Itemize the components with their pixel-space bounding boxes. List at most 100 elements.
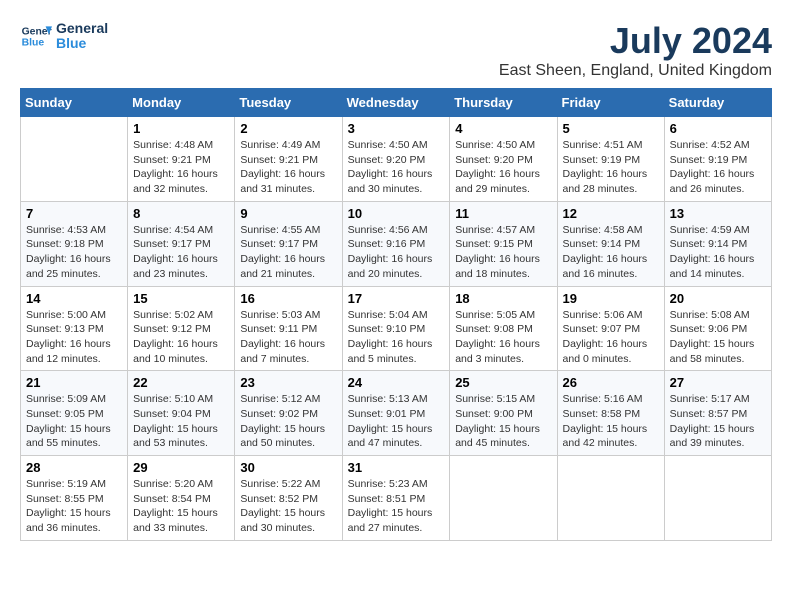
page-header: General Blue General Blue July 2024 East… xyxy=(20,20,772,80)
day-number: 30 xyxy=(240,460,336,475)
day-number: 8 xyxy=(133,206,229,221)
col-header-friday: Friday xyxy=(557,89,664,117)
day-info: Sunrise: 4:53 AM Sunset: 9:18 PM Dayligh… xyxy=(26,223,122,282)
col-header-sunday: Sunday xyxy=(21,89,128,117)
day-info: Sunrise: 4:54 AM Sunset: 9:17 PM Dayligh… xyxy=(133,223,229,282)
day-cell: 6 Sunrise: 4:52 AM Sunset: 9:19 PM Daylig… xyxy=(664,117,771,202)
day-number: 16 xyxy=(240,291,336,306)
day-info: Sunrise: 5:20 AM Sunset: 8:54 PM Dayligh… xyxy=(133,477,229,536)
month-title: July 2024 xyxy=(499,20,772,62)
day-cell: 23 Sunrise: 5:12 AM Sunset: 9:02 PM Dayli… xyxy=(235,371,342,456)
day-number: 24 xyxy=(348,375,445,390)
day-info: Sunrise: 4:59 AM Sunset: 9:14 PM Dayligh… xyxy=(670,223,766,282)
day-number: 18 xyxy=(455,291,551,306)
col-header-tuesday: Tuesday xyxy=(235,89,342,117)
logo-icon: General Blue xyxy=(20,20,52,52)
day-cell: 4Sunrise: 4:50 AM Sunset: 9:20 PM Daylig… xyxy=(450,117,557,202)
day-info: Sunrise: 5:06 AM Sunset: 9:07 PM Dayligh… xyxy=(563,308,659,367)
day-number: 1 xyxy=(133,121,229,136)
day-cell: 26Sunrise: 5:16 AM Sunset: 8:58 PM Dayli… xyxy=(557,371,664,456)
day-info: Sunrise: 5:10 AM Sunset: 9:04 PM Dayligh… xyxy=(133,392,229,451)
day-number: 6 xyxy=(670,121,766,136)
day-cell: 22 Sunrise: 5:10 AM Sunset: 9:04 PM Dayli… xyxy=(128,371,235,456)
day-cell: 28Sunrise: 5:19 AM Sunset: 8:55 PM Dayli… xyxy=(21,456,128,541)
col-header-monday: Monday xyxy=(128,89,235,117)
day-number: 20 xyxy=(670,291,766,306)
day-info: Sunrise: 4:58 AM Sunset: 9:14 PM Dayligh… xyxy=(563,223,659,282)
week-row-5: 28Sunrise: 5:19 AM Sunset: 8:55 PM Dayli… xyxy=(21,456,772,541)
week-row-4: 21 Sunrise: 5:09 AM Sunset: 9:05 PM Dayli… xyxy=(21,371,772,456)
svg-text:Blue: Blue xyxy=(22,38,45,49)
day-number: 31 xyxy=(348,460,445,475)
day-info: Sunrise: 4:57 AM Sunset: 9:15 PM Dayligh… xyxy=(455,223,551,282)
day-info: Sunrise: 5:16 AM Sunset: 8:58 PM Dayligh… xyxy=(563,392,659,451)
day-info: Sunrise: 5:08 AM Sunset: 9:06 PM Dayligh… xyxy=(670,308,766,367)
calendar-table: SundayMondayTuesdayWednesdayThursdayFrid… xyxy=(20,88,772,541)
day-cell xyxy=(557,456,664,541)
logo-line2: Blue xyxy=(56,36,108,51)
day-cell: 20 Sunrise: 5:08 AM Sunset: 9:06 PM Dayli… xyxy=(664,286,771,371)
day-number: 21 xyxy=(26,375,122,390)
day-number: 23 xyxy=(240,375,336,390)
day-info: Sunrise: 5:02 AM Sunset: 9:12 PM Dayligh… xyxy=(133,308,229,367)
day-number: 9 xyxy=(240,206,336,221)
day-cell xyxy=(21,117,128,202)
day-info: Sunrise: 5:12 AM Sunset: 9:02 PM Dayligh… xyxy=(240,392,336,451)
day-info: Sunrise: 4:49 AM Sunset: 9:21 PM Dayligh… xyxy=(240,138,336,197)
day-number: 27 xyxy=(670,375,766,390)
day-number: 2 xyxy=(240,121,336,136)
day-info: Sunrise: 4:50 AM Sunset: 9:20 PM Dayligh… xyxy=(348,138,445,197)
day-info: Sunrise: 4:52 AM Sunset: 9:19 PM Dayligh… xyxy=(670,138,766,197)
day-info: Sunrise: 5:22 AM Sunset: 8:52 PM Dayligh… xyxy=(240,477,336,536)
col-header-thursday: Thursday xyxy=(450,89,557,117)
week-row-3: 14 Sunrise: 5:00 AM Sunset: 9:13 PM Dayli… xyxy=(21,286,772,371)
day-number: 10 xyxy=(348,206,445,221)
day-cell: 27Sunrise: 5:17 AM Sunset: 8:57 PM Dayli… xyxy=(664,371,771,456)
col-header-wednesday: Wednesday xyxy=(342,89,450,117)
header-row: SundayMondayTuesdayWednesdayThursdayFrid… xyxy=(21,89,772,117)
day-number: 3 xyxy=(348,121,445,136)
day-info: Sunrise: 5:19 AM Sunset: 8:55 PM Dayligh… xyxy=(26,477,122,536)
day-number: 17 xyxy=(348,291,445,306)
day-cell: 10 Sunrise: 4:56 AM Sunset: 9:16 PM Dayli… xyxy=(342,201,450,286)
week-row-2: 7 Sunrise: 4:53 AM Sunset: 9:18 PM Daylig… xyxy=(21,201,772,286)
day-number: 5 xyxy=(563,121,659,136)
location: East Sheen, England, United Kingdom xyxy=(499,62,772,80)
day-info: Sunrise: 5:13 AM Sunset: 9:01 PM Dayligh… xyxy=(348,392,445,451)
day-cell: 13 Sunrise: 4:59 AM Sunset: 9:14 PM Dayli… xyxy=(664,201,771,286)
logo-line1: General xyxy=(56,21,108,36)
day-number: 13 xyxy=(670,206,766,221)
day-info: Sunrise: 4:56 AM Sunset: 9:16 PM Dayligh… xyxy=(348,223,445,282)
day-number: 25 xyxy=(455,375,551,390)
day-cell: 9 Sunrise: 4:55 AM Sunset: 9:17 PM Daylig… xyxy=(235,201,342,286)
day-cell: 31Sunrise: 5:23 AM Sunset: 8:51 PM Dayli… xyxy=(342,456,450,541)
day-number: 29 xyxy=(133,460,229,475)
day-cell: 15 Sunrise: 5:02 AM Sunset: 9:12 PM Dayli… xyxy=(128,286,235,371)
day-cell: 29 Sunrise: 5:20 AM Sunset: 8:54 PM Dayli… xyxy=(128,456,235,541)
day-cell: 21 Sunrise: 5:09 AM Sunset: 9:05 PM Dayli… xyxy=(21,371,128,456)
day-cell: 8 Sunrise: 4:54 AM Sunset: 9:17 PM Daylig… xyxy=(128,201,235,286)
day-cell: 30 Sunrise: 5:22 AM Sunset: 8:52 PM Dayli… xyxy=(235,456,342,541)
day-cell: 2 Sunrise: 4:49 AM Sunset: 9:21 PM Daylig… xyxy=(235,117,342,202)
day-cell xyxy=(450,456,557,541)
day-cell xyxy=(664,456,771,541)
day-info: Sunrise: 4:51 AM Sunset: 9:19 PM Dayligh… xyxy=(563,138,659,197)
day-info: Sunrise: 4:55 AM Sunset: 9:17 PM Dayligh… xyxy=(240,223,336,282)
day-number: 14 xyxy=(26,291,122,306)
day-info: Sunrise: 5:00 AM Sunset: 9:13 PM Dayligh… xyxy=(26,308,122,367)
day-number: 11 xyxy=(455,206,551,221)
day-cell: 1Sunrise: 4:48 AM Sunset: 9:21 PM Daylig… xyxy=(128,117,235,202)
day-number: 22 xyxy=(133,375,229,390)
day-cell: 16 Sunrise: 5:03 AM Sunset: 9:11 PM Dayli… xyxy=(235,286,342,371)
day-cell: 25 Sunrise: 5:15 AM Sunset: 9:00 PM Dayli… xyxy=(450,371,557,456)
day-info: Sunrise: 5:15 AM Sunset: 9:00 PM Dayligh… xyxy=(455,392,551,451)
day-cell: 5 Sunrise: 4:51 AM Sunset: 9:19 PM Daylig… xyxy=(557,117,664,202)
day-number: 15 xyxy=(133,291,229,306)
day-cell: 3 Sunrise: 4:50 AM Sunset: 9:20 PM Daylig… xyxy=(342,117,450,202)
day-number: 7 xyxy=(26,206,122,221)
day-number: 4 xyxy=(455,121,551,136)
day-cell: 7 Sunrise: 4:53 AM Sunset: 9:18 PM Daylig… xyxy=(21,201,128,286)
day-info: Sunrise: 5:03 AM Sunset: 9:11 PM Dayligh… xyxy=(240,308,336,367)
day-info: Sunrise: 5:09 AM Sunset: 9:05 PM Dayligh… xyxy=(26,392,122,451)
day-info: Sunrise: 5:05 AM Sunset: 9:08 PM Dayligh… xyxy=(455,308,551,367)
